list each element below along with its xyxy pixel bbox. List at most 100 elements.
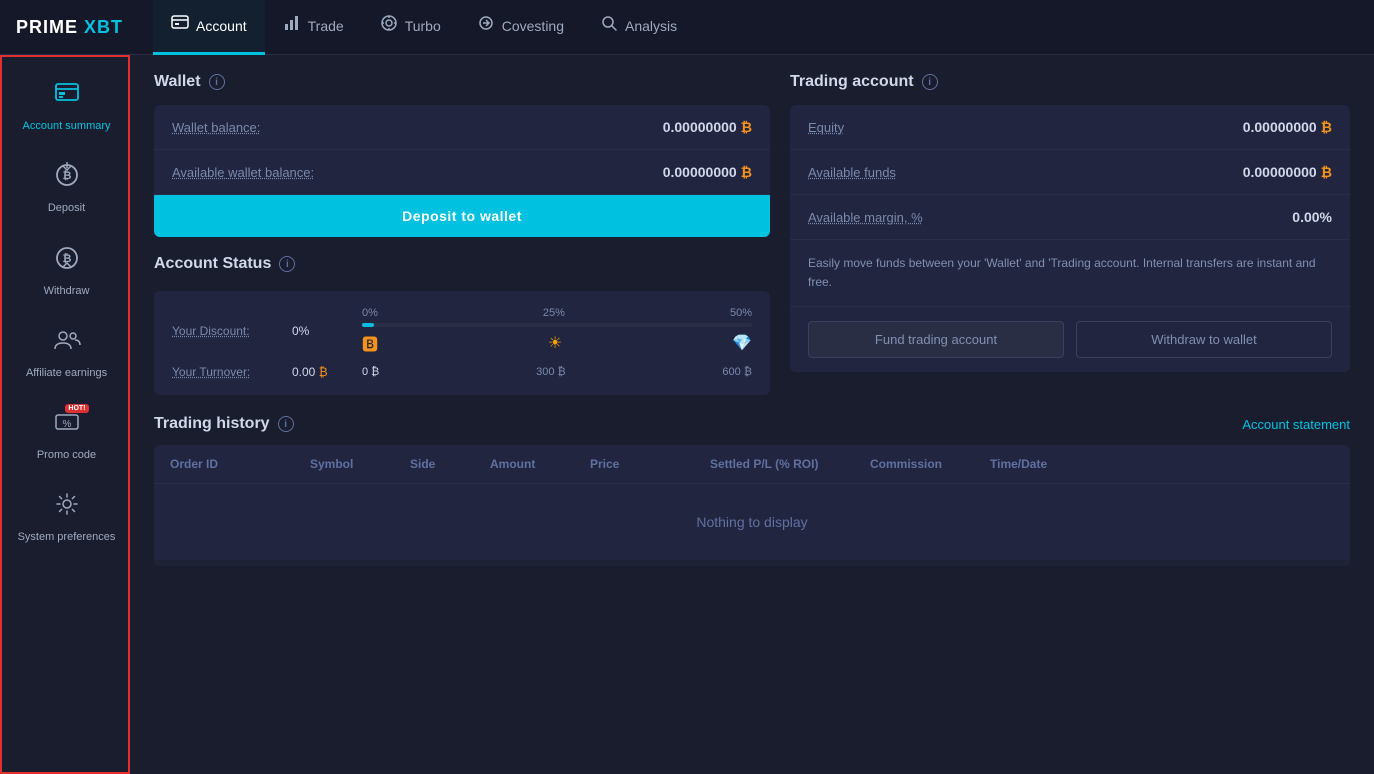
discount-value: 0% (292, 324, 362, 338)
account-status-section-title: Account Status i (154, 255, 770, 273)
equity-label[interactable]: Equity (808, 120, 844, 135)
sidebar-item-account-summary[interactable]: Account summary (2, 65, 128, 147)
wallet-panel: Wallet balance: 0.00000000 ₿ Available w… (154, 105, 770, 237)
turn-marker-600: 600 ₿ (722, 366, 752, 378)
nav-covesting-label: Covesting (502, 18, 564, 34)
deposit-icon: ₿ (53, 161, 81, 195)
account-summary-icon (53, 79, 81, 113)
turnover-btc-markers: 0 ₿ 300 ₿ 600 ₿ (362, 366, 752, 378)
main-layout: Account summary ₿ Deposit ₿ (0, 55, 1374, 774)
promo-code-icon: % HOT! (53, 408, 81, 442)
trading-account-section-title: Trading account i (790, 73, 1350, 91)
promo-code-label: Promo code (37, 448, 96, 462)
available-wallet-label[interactable]: Available wallet balance: (172, 165, 314, 180)
nav-analysis[interactable]: Analysis (582, 0, 695, 55)
nav-account[interactable]: Account (153, 0, 265, 55)
nav-analysis-label: Analysis (625, 18, 677, 34)
fund-trading-account-button[interactable]: Fund trading account (808, 321, 1064, 358)
sidebar-item-promo-code[interactable]: % HOT! Promo code (2, 394, 128, 476)
discount-label[interactable]: Your Discount: (172, 324, 292, 338)
turn-marker-300: 300 ₿ (536, 366, 566, 378)
account-summary-label: Account summary (22, 119, 110, 133)
withdraw-to-wallet-button[interactable]: Withdraw to wallet (1076, 321, 1332, 358)
disc-marker-0: 0% (362, 307, 378, 319)
turn-marker-0: 0 ₿ (362, 366, 379, 378)
nav-account-label: Account (196, 18, 247, 34)
withdraw-label: Withdraw (44, 284, 90, 298)
account-nav-icon (171, 14, 189, 37)
available-margin-value: 0.00% (1292, 209, 1332, 225)
deposit-to-wallet-button[interactable]: Deposit to wallet (154, 195, 770, 237)
trading-history-table: Order ID Symbol Side Amount Price Settle… (154, 445, 1350, 566)
logo: PRIME XBT (16, 17, 123, 38)
available-funds-row: Available funds 0.00000000 ₿ (790, 150, 1350, 195)
available-funds-value: 0.00000000 ₿ (1243, 164, 1332, 180)
hot-badge: HOT! (65, 404, 88, 413)
col-side: Side (410, 457, 490, 471)
sidebar-item-deposit[interactable]: ₿ Deposit (2, 147, 128, 229)
trading-history-header: Trading history i Account statement (154, 415, 1350, 433)
nav-trade-label: Trade (308, 18, 344, 34)
wallet-title-text: Wallet (154, 73, 201, 91)
discount-row: Your Discount: 0% 0% 25% 50% (172, 307, 752, 355)
sidebar-item-withdraw[interactable]: ₿ Withdraw (2, 230, 128, 312)
turbo-nav-icon (380, 14, 398, 37)
available-wallet-value: 0.00000000 ₿ (663, 164, 752, 180)
col-amount: Amount (490, 457, 590, 471)
sidebar: Account summary ₿ Deposit ₿ (0, 55, 130, 774)
deposit-label: Deposit (48, 201, 85, 215)
progress-icon-end: 💎 (732, 333, 752, 353)
discount-progress-track (362, 323, 752, 327)
table-footer-spacer (154, 560, 1350, 566)
nav-trade[interactable]: Trade (265, 0, 362, 55)
account-status-panel: Your Discount: 0% 0% 25% 50% (154, 291, 770, 395)
equity-value: 0.00000000 ₿ (1243, 119, 1332, 135)
system-preferences-label: System preferences (18, 530, 116, 544)
wallet-info-icon[interactable]: i (209, 74, 225, 90)
col-price: Price (590, 457, 710, 471)
deposit-btn-row: Deposit to wallet (154, 195, 770, 237)
svg-text:₿: ₿ (62, 170, 71, 182)
available-margin-row: Available margin, % 0.00% (790, 195, 1350, 240)
trading-account-title-text: Trading account (790, 73, 914, 91)
account-status-info-icon[interactable]: i (279, 256, 295, 272)
two-column-layout: Wallet i Wallet balance: 0.00000000 ₿ Av… (154, 73, 1350, 395)
account-status-title-text: Account Status (154, 255, 271, 273)
progress-icon-start: 🅱 (362, 331, 378, 355)
available-margin-label[interactable]: Available margin, % (808, 210, 923, 225)
account-statement-link[interactable]: Account statement (1242, 417, 1350, 432)
affiliate-earnings-icon (53, 326, 81, 360)
wallet-balance-row: Wallet balance: 0.00000000 ₿ (154, 105, 770, 150)
sidebar-item-system-preferences[interactable]: System preferences (2, 476, 128, 558)
table-empty-message: Nothing to display (154, 484, 1350, 560)
trading-history-title: Trading history i (154, 415, 294, 433)
nav-turbo[interactable]: Turbo (362, 0, 459, 55)
trading-account-info-icon[interactable]: i (922, 74, 938, 90)
wallet-balance-label[interactable]: Wallet balance: (172, 120, 260, 135)
col-commission: Commission (870, 457, 990, 471)
main-content: Wallet i Wallet balance: 0.00000000 ₿ Av… (130, 55, 1374, 774)
left-column: Wallet i Wallet balance: 0.00000000 ₿ Av… (154, 73, 770, 395)
available-funds-label[interactable]: Available funds (808, 165, 896, 180)
available-wallet-row: Available wallet balance: 0.00000000 ₿ (154, 150, 770, 195)
sidebar-item-affiliate-earnings[interactable]: Affiliate earnings (2, 312, 128, 394)
system-preferences-icon (53, 490, 81, 524)
col-symbol: Symbol (310, 457, 410, 471)
disc-marker-50: 50% (730, 307, 752, 319)
progress-icons-row: 🅱 ☀ 💎 (362, 331, 752, 355)
covesting-nav-icon (477, 14, 495, 37)
wallet-section-title: Wallet i (154, 73, 770, 91)
withdraw-icon: ₿ (53, 244, 81, 278)
nav-covesting[interactable]: Covesting (459, 0, 582, 55)
turnover-label[interactable]: Your Turnover: (172, 365, 292, 379)
equity-row: Equity 0.00000000 ₿ (790, 105, 1350, 150)
disc-marker-25: 25% (543, 307, 565, 319)
transfer-info-text: Easily move funds between your 'Wallet' … (790, 240, 1350, 307)
col-order-id: Order ID (170, 457, 310, 471)
trading-history-section: Trading history i Account statement Orde… (154, 415, 1350, 566)
wallet-balance-value: 0.00000000 ₿ (663, 119, 752, 135)
trading-history-title-text: Trading history (154, 415, 270, 433)
trade-nav-icon (283, 14, 301, 37)
analysis-nav-icon (600, 14, 618, 37)
trading-history-info-icon[interactable]: i (278, 416, 294, 432)
